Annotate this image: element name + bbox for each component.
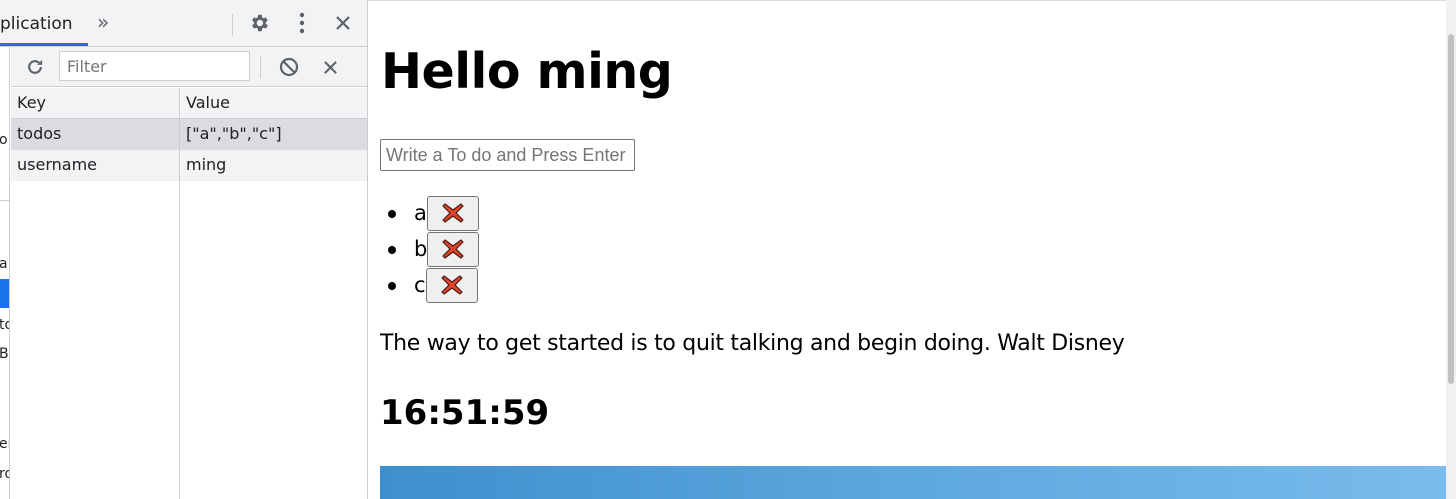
sidebar-fragment[interactable]: o: [0, 132, 8, 148]
row-value: ming: [186, 155, 227, 174]
bullet-icon: [388, 282, 396, 290]
more-options-button[interactable]: [290, 11, 314, 35]
bullet-icon: [388, 246, 396, 254]
sidebar-selected-item[interactable]: [0, 279, 9, 308]
table-row[interactable]: todos ["a","b","c"]: [11, 119, 367, 150]
kebab-menu-icon: [299, 12, 305, 34]
devtools-tabbar: plication »: [0, 0, 367, 47]
cross-mark-icon: [442, 203, 464, 223]
greeting-heading: Hello ming: [381, 43, 673, 100]
active-tab-indicator: [0, 43, 88, 46]
storage-toolbar: [11, 47, 367, 87]
sidebar-fragment[interactable]: a: [0, 256, 8, 272]
todo-input[interactable]: [380, 139, 635, 171]
sidebar-fragment[interactable]: B: [0, 346, 9, 362]
list-item: c: [388, 267, 478, 303]
sidebar-divider: [0, 200, 9, 201]
page-scrollbar[interactable]: [1446, 0, 1456, 499]
cross-mark-icon: [440, 275, 463, 295]
row-value: ["a","b","c"]: [186, 124, 282, 143]
web-page: Hello ming a b c: [368, 0, 1446, 499]
todo-text: a: [414, 201, 427, 225]
refresh-button[interactable]: [23, 55, 47, 79]
table-header: Key Value: [11, 88, 367, 119]
sidebar-fragment[interactable]: ro: [0, 466, 9, 482]
storage-table: Key Value todos ["a","b","c"] username m…: [11, 88, 367, 499]
close-icon: [323, 60, 337, 74]
filter-input[interactable]: [59, 51, 250, 81]
todo-text: b: [414, 237, 428, 261]
list-item: a: [388, 195, 479, 231]
sidebar-fragment[interactable]: er: [0, 436, 9, 452]
cross-mark-icon: [442, 239, 464, 259]
delete-todo-button[interactable]: [426, 195, 479, 231]
tabbar-divider: [232, 14, 233, 36]
list-item: b: [388, 231, 480, 267]
todo-text: c: [414, 273, 426, 297]
row-key: todos: [17, 124, 62, 143]
column-divider[interactable]: [179, 88, 180, 499]
scrollbar-thumb[interactable]: [1448, 34, 1454, 384]
clear-all-button[interactable]: [277, 55, 301, 79]
column-header-key[interactable]: Key: [17, 93, 46, 112]
table-row[interactable]: username ming: [11, 150, 367, 181]
close-icon: [336, 16, 350, 30]
devtools-panel: plication » o a to B er ro: [0, 0, 368, 499]
quote-text: The way to get started is to quit talkin…: [380, 331, 1125, 356]
refresh-icon: [28, 59, 43, 74]
clock: 16:51:59: [380, 393, 550, 433]
settings-button[interactable]: [247, 11, 271, 35]
close-devtools-button[interactable]: [331, 11, 355, 35]
devtools-sidebar: o a to B er ro: [0, 47, 10, 499]
row-key: username: [17, 155, 97, 174]
sidebar-fragment[interactable]: to: [0, 317, 9, 333]
block-icon: [279, 57, 299, 77]
column-header-value[interactable]: Value: [186, 93, 230, 112]
bullet-icon: [388, 210, 396, 218]
delete-selected-button[interactable]: [318, 55, 342, 79]
background-image: [380, 466, 1446, 499]
gear-icon: [252, 14, 268, 32]
tab-application[interactable]: plication: [0, 14, 73, 34]
delete-todo-button[interactable]: [427, 231, 480, 267]
toolbar-divider: [260, 56, 261, 78]
delete-todo-button[interactable]: [425, 267, 478, 303]
more-tabs-button[interactable]: »: [97, 10, 109, 34]
